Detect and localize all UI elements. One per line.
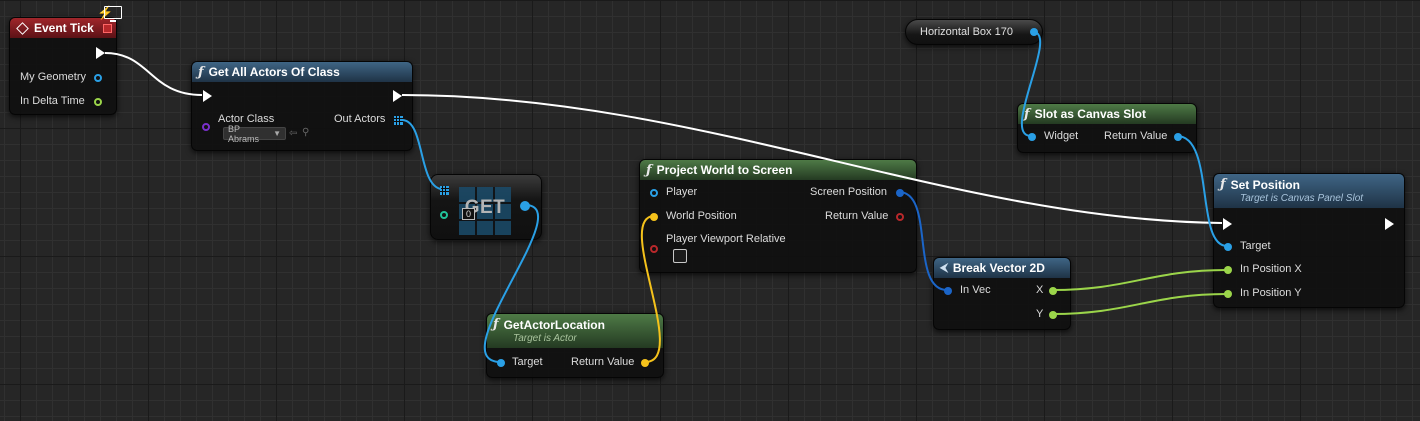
array-get-index-pin[interactable] [440, 211, 448, 219]
in-position-x-pin[interactable] [1224, 266, 1232, 274]
event-tick-title: Event Tick [34, 21, 94, 35]
y-output-pin[interactable] [1049, 311, 1057, 319]
out-actors-array-pin[interactable] [394, 116, 403, 125]
slot-as-canvas-slot-header[interactable]: ƒ Slot as Canvas Slot [1018, 104, 1196, 124]
in-position-x-label: In Position X [1240, 263, 1302, 275]
slot-return-value-pin[interactable] [1174, 133, 1182, 141]
horizontal-box-variable-node[interactable]: Horizontal Box 170 [905, 19, 1043, 45]
slot-return-value-label: Return Value [1104, 130, 1168, 142]
my-geometry-pin[interactable] [94, 74, 102, 82]
project-world-to-screen-node[interactable]: ƒ Project World to Screen Player Screen … [639, 159, 917, 273]
event-tick-exec-out-pin[interactable] [96, 47, 105, 59]
set-position-target-pin[interactable] [1224, 243, 1232, 251]
actor-class-pin[interactable] [202, 123, 210, 131]
screen-position-pin[interactable] [896, 189, 904, 197]
get-actor-location-target-pin[interactable] [497, 359, 505, 367]
monitor-icon [104, 6, 122, 22]
y-label: Y [1036, 308, 1044, 320]
widget-pin[interactable] [1028, 133, 1036, 141]
array-get-output-pin[interactable] [520, 201, 530, 211]
break-vector-2d-title: Break Vector 2D [952, 261, 1045, 275]
horizontal-box-output-pin[interactable] [1030, 28, 1038, 36]
get-all-actors-exec-in-pin[interactable] [203, 90, 212, 102]
get-actor-location-target-label: Target [512, 356, 543, 368]
player-viewport-relative-pin[interactable] [650, 245, 658, 253]
get-actor-location-title: GetActorLocation [503, 317, 605, 332]
get-all-actors-of-class-node[interactable]: ƒ Get All Actors Of Class Actor Class BP… [191, 61, 413, 151]
array-get-index-field[interactable]: 0 [462, 208, 475, 220]
project-world-to-screen-header[interactable]: ƒ Project World to Screen [640, 160, 916, 180]
array-get-array-in-pin[interactable] [440, 186, 449, 195]
project-return-value-label: Return Value [825, 210, 889, 222]
in-vec-pin[interactable] [944, 287, 952, 295]
get-all-actors-title: Get All Actors Of Class [208, 65, 340, 79]
event-delegate-pin[interactable] [103, 24, 112, 33]
get-all-actors-exec-out-pin[interactable] [393, 90, 402, 102]
event-tick-header[interactable]: Event Tick [10, 18, 116, 38]
get-actor-location-header[interactable]: ƒ GetActorLocation Target is Actor [487, 314, 663, 348]
screen-position-label: Screen Position [810, 186, 888, 198]
slot-as-canvas-slot-title: Slot as Canvas Slot [1034, 107, 1146, 121]
in-position-y-label: In Position Y [1240, 287, 1302, 299]
x-output-pin[interactable] [1049, 287, 1057, 295]
break-vector-2d-header[interactable]: ⮜ Break Vector 2D [934, 258, 1070, 278]
player-viewport-relative-label: Player Viewport Relative [666, 233, 786, 245]
actor-class-value: BP Abrams [228, 123, 260, 144]
function-icon: ƒ [646, 162, 652, 178]
float-wire-y-to-inpositiony[interactable] [1051, 293, 1228, 315]
in-position-y-pin[interactable] [1224, 290, 1232, 298]
project-world-to-screen-title: Project World to Screen [656, 163, 793, 177]
project-return-value-pin[interactable] [896, 213, 904, 221]
out-actors-label: Out Actors [334, 113, 386, 125]
use-selected-arrow-icon[interactable]: ⇦ [289, 128, 297, 139]
set-position-title: Set Position [1230, 177, 1300, 192]
event-diamond-icon [16, 21, 29, 35]
set-position-header[interactable]: ƒ Set Position Target is Canvas Panel Sl… [1214, 174, 1404, 208]
in-delta-time-label: In Delta Time [20, 95, 85, 107]
set-position-exec-in-pin[interactable] [1223, 218, 1232, 230]
break-vector-2d-node[interactable]: ⮜ Break Vector 2D In Vec X Y [933, 257, 1071, 330]
set-position-exec-out-pin[interactable] [1385, 218, 1394, 230]
horizontal-box-label: Horizontal Box 170 [920, 26, 1013, 38]
array-get-node[interactable]: GET 0 [430, 174, 542, 240]
x-label: X [1036, 284, 1044, 296]
set-position-subtitle: Target is Canvas Panel Slot [1240, 193, 1364, 204]
function-icon: ƒ [1220, 177, 1226, 192]
player-viewport-relative-checkbox[interactable] [673, 249, 687, 263]
get-actor-location-node[interactable]: ƒ GetActorLocation Target is Actor Targe… [486, 313, 664, 378]
my-geometry-label: My Geometry [20, 71, 87, 83]
get-all-actors-header[interactable]: ƒ Get All Actors Of Class [192, 62, 412, 82]
player-pin[interactable] [650, 189, 658, 197]
actor-class-dropdown[interactable]: BP Abrams ▼ [223, 124, 286, 144]
set-position-node[interactable]: ƒ Set Position Target is Canvas Panel Sl… [1213, 173, 1405, 308]
float-wire-x-to-inpositionx[interactable] [1051, 269, 1228, 291]
break-struct-icon: ⮜ [940, 261, 948, 274]
get-actor-location-subtitle: Target is Actor [513, 333, 577, 344]
player-label: Player [666, 186, 698, 198]
slot-as-canvas-slot-node[interactable]: ƒ Slot as Canvas Slot Widget Return Valu… [1017, 103, 1197, 153]
function-icon: ƒ [493, 317, 499, 332]
world-position-label: World Position [666, 210, 737, 222]
chevron-down-icon: ▼ [273, 129, 281, 138]
function-icon: ƒ [1024, 106, 1030, 122]
in-delta-time-pin[interactable] [94, 98, 102, 106]
get-actor-location-return-pin[interactable] [641, 359, 649, 367]
exec-wire-tick-to-getall[interactable] [104, 52, 203, 96]
browse-search-icon[interactable]: ⚲ [302, 127, 309, 138]
in-vec-label: In Vec [960, 284, 991, 296]
function-icon: ƒ [198, 64, 204, 80]
get-actor-location-return-label: Return Value [571, 356, 635, 368]
event-tick-node[interactable]: Event Tick My Geometry In Delta Time [9, 17, 117, 115]
widget-label: Widget [1044, 130, 1079, 142]
world-position-pin[interactable] [650, 213, 658, 221]
set-position-target-label: Target [1240, 240, 1271, 252]
